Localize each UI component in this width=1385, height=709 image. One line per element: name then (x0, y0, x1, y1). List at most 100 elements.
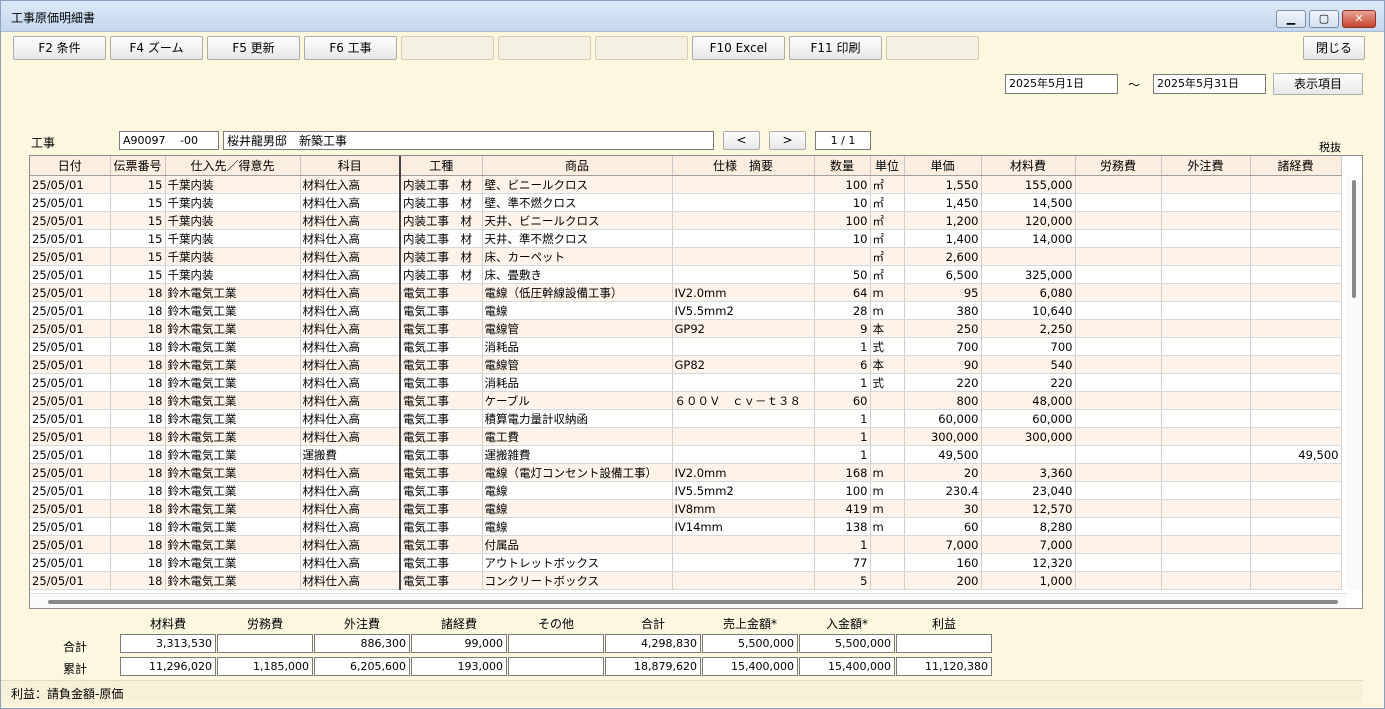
column-header[interactable]: 外注費 (1161, 156, 1251, 176)
table-cell (1250, 265, 1342, 284)
horizontal-scroll-thumb[interactable] (48, 600, 1338, 604)
table-cell: 18 (110, 391, 166, 410)
table-cell: 15 (110, 247, 166, 266)
table-cell: 材料仕入高 (300, 463, 401, 482)
table-row[interactable]: 25/05/01 18 鈴木電気工業 材料仕入高 電気工事 ケーブル ６００Ｖ ｃｖ－ｔ３８… (30, 391, 1342, 410)
table-cell (1075, 409, 1162, 428)
table-cell: 1 (814, 445, 871, 464)
table-cell: 25/05/01 (30, 553, 111, 572)
column-header[interactable]: 単位 (870, 156, 905, 176)
table-cell (1161, 463, 1251, 482)
table-cell: 消耗品 (482, 337, 673, 356)
table-cell: 1 (814, 427, 871, 446)
table-cell (1075, 175, 1162, 194)
table-row[interactable]: 25/05/01 18 鈴木電気工業 材料仕入高 電気工事 電線 IV5.5mm2 100 m 2… (30, 481, 1342, 500)
summary-cumulative-cell (508, 657, 604, 676)
column-header[interactable]: 商品 (482, 156, 673, 176)
table-cell: 7,000 (904, 535, 982, 554)
table-row[interactable]: 25/05/01 15 千葉内装 材料仕入高 内装工事 材天井、準不燃クロス 10 ㎡ 1,4… (30, 229, 1342, 248)
f11-print-button[interactable]: F11 印刷 (789, 36, 882, 60)
next-page-button[interactable]: > (769, 131, 806, 150)
column-header[interactable]: 諸経費 (1250, 156, 1342, 176)
table-cell: 5 (814, 571, 871, 590)
summary-cumulative-cell: 15,400,000 (702, 657, 798, 676)
table-row[interactable]: 25/05/01 18 鈴木電気工業 材料仕入高 電気工事 電線管 GP92 9 本 250 2,2… (30, 319, 1342, 338)
summary-total-cell (508, 634, 604, 653)
table-cell: 6,080 (981, 283, 1076, 302)
table-row[interactable]: 25/05/01 15 千葉内装 材料仕入高 内装工事 材天井、ビニールクロス 100 ㎡ 1… (30, 211, 1342, 230)
table-row[interactable]: 25/05/01 18 鈴木電気工業 材料仕入高 電気工事 電線（電灯コンセント設備工事）… (30, 463, 1342, 482)
table-row[interactable]: 25/05/01 18 鈴木電気工業 材料仕入高 電気工事 積算電力量計収納函 1 60,00… (30, 409, 1342, 428)
column-header[interactable]: 伝票番号 (110, 156, 166, 176)
table-row[interactable]: 25/05/01 15 千葉内装 材料仕入高 内装工事 材壁、ビニールクロス 100 ㎡ 1,… (30, 175, 1342, 194)
table-cell: 12,570 (981, 499, 1076, 518)
table-row[interactable]: 25/05/01 18 鈴木電気工業 材料仕入高 電気工事 消耗品 1 式 700 700 (30, 337, 1342, 356)
table-cell (1250, 283, 1342, 302)
date-to-field[interactable]: 2025年5月31日 (1153, 74, 1266, 94)
date-from-field[interactable]: 2025年5月1日 (1005, 74, 1118, 94)
table-row[interactable]: 25/05/01 18 鈴木電気工業 材料仕入高 電気工事 電線 IV14mm 138 m 60 8… (30, 517, 1342, 536)
column-header[interactable]: 数量 (814, 156, 871, 176)
table-cell: 千葉内装 (165, 247, 301, 266)
table-cell: 積算電力量計収納函 (482, 409, 673, 428)
project-name-field[interactable]: 桜井龍男邸 新築工事 (223, 131, 714, 150)
table-cell (870, 535, 905, 554)
maximize-button[interactable]: ▢ (1309, 10, 1339, 28)
column-header[interactable]: 労務費 (1075, 156, 1162, 176)
close-button[interactable]: 閉じる (1303, 36, 1365, 60)
project-code-field[interactable]: A90097 -00 (119, 131, 219, 150)
table-cell (1161, 481, 1251, 500)
table-cell (1250, 193, 1342, 212)
table-row[interactable]: 25/05/01 18 鈴木電気工業 材料仕入高 電気工事 電線 IV8mm 419 m 30 12… (30, 499, 1342, 518)
f9-empty-button (595, 36, 688, 60)
f4-zoom-button[interactable]: F4 ズーム (110, 36, 203, 60)
minimize-button[interactable]: ▁ (1276, 10, 1306, 28)
table-cell: 540 (981, 355, 1076, 374)
table-cell (1161, 337, 1251, 356)
table-cell: 25/05/01 (30, 409, 111, 428)
table-row[interactable]: 25/05/01 15 千葉内装 材料仕入高 内装工事 材床、カーペット ㎡ 2,600 (30, 247, 1342, 266)
close-window-button[interactable]: ✕ (1342, 10, 1376, 28)
table-cell: 18 (110, 409, 166, 428)
table-cell: 95 (904, 283, 982, 302)
table-row[interactable]: 25/05/01 18 鈴木電気工業 材料仕入高 電気工事 電線（低圧幹線設備工事） IV2… (30, 283, 1342, 302)
table-cell: 300,000 (981, 427, 1076, 446)
f5-refresh-button[interactable]: F5 更新 (207, 36, 300, 60)
table-cell: 25/05/01 (30, 265, 111, 284)
table-cell: 材料仕入高 (300, 427, 401, 446)
summary-header: 合計 (640, 617, 665, 631)
table-row[interactable]: 25/05/01 18 鈴木電気工業 材料仕入高 電気工事 消耗品 1 式 220 220 (30, 373, 1342, 392)
column-header[interactable]: 材料費 (981, 156, 1076, 176)
table-cell: 30 (904, 499, 982, 518)
table-row[interactable]: 25/05/01 15 千葉内装 材料仕入高 内装工事 材床、畳敷き 50 ㎡ 6,500 32… (30, 265, 1342, 284)
column-header[interactable]: 工種 (399, 156, 483, 176)
table-row[interactable]: 25/05/01 18 鈴木電気工業 運搬費 電気工事 運搬雑費 1 49,500 49,500 (30, 445, 1342, 464)
summary-cumulative-cell: 1,185,000 (217, 657, 313, 676)
table-cell: 鈴木電気工業 (165, 319, 301, 338)
table-row[interactable]: 25/05/01 18 鈴木電気工業 材料仕入高 電気工事 電線 IV5.5mm2 28 m 38… (30, 301, 1342, 320)
f6-project-button[interactable]: F6 工事 (304, 36, 397, 60)
column-header[interactable]: 日付 (30, 156, 111, 176)
display-items-button[interactable]: 表示項目 (1273, 73, 1363, 95)
prev-page-button[interactable]: < (723, 131, 760, 150)
table-row[interactable]: 25/05/01 18 鈴木電気工業 材料仕入高 電気工事 コンクリートボックス 5 200 1… (30, 571, 1342, 590)
f10-excel-button[interactable]: F10 Excel (692, 36, 785, 60)
horizontal-scrollbar[interactable] (30, 593, 1347, 608)
table-row[interactable]: 25/05/01 18 鈴木電気工業 材料仕入高 電気工事 電線管 GP82 6 本 90 540 (30, 355, 1342, 374)
column-header[interactable]: 単価 (904, 156, 982, 176)
column-header[interactable]: 仕入先／得意先 (165, 156, 301, 176)
vertical-scroll-thumb[interactable] (1352, 180, 1356, 298)
table-cell: 電気工事 (399, 355, 483, 374)
table-row[interactable]: 25/05/01 18 鈴木電気工業 材料仕入高 電気工事 電工費 1 300,000 300,… (30, 427, 1342, 446)
table-row[interactable]: 25/05/01 18 鈴木電気工業 材料仕入高 電気工事 付属品 1 7,000 7,000 (30, 535, 1342, 554)
project-label: 工事 (31, 136, 56, 150)
f2-condition-button[interactable]: F2 条件 (13, 36, 106, 60)
table-row[interactable]: 25/05/01 18 鈴木電気工業 材料仕入高 電気工事 アウトレットボックス 77 160… (30, 553, 1342, 572)
column-header[interactable]: 仕様 摘要 (672, 156, 815, 176)
table-row[interactable]: 25/05/01 15 千葉内装 材料仕入高 内装工事 材壁、準不燃クロス 10 ㎡ 1,45… (30, 193, 1342, 212)
column-header[interactable]: 科目 (300, 156, 401, 176)
summary-total-cell: 5,500,000 (799, 634, 895, 653)
table-cell (672, 445, 815, 464)
vertical-scrollbar[interactable] (1347, 176, 1362, 590)
table-cell: 電線管 (482, 319, 673, 338)
